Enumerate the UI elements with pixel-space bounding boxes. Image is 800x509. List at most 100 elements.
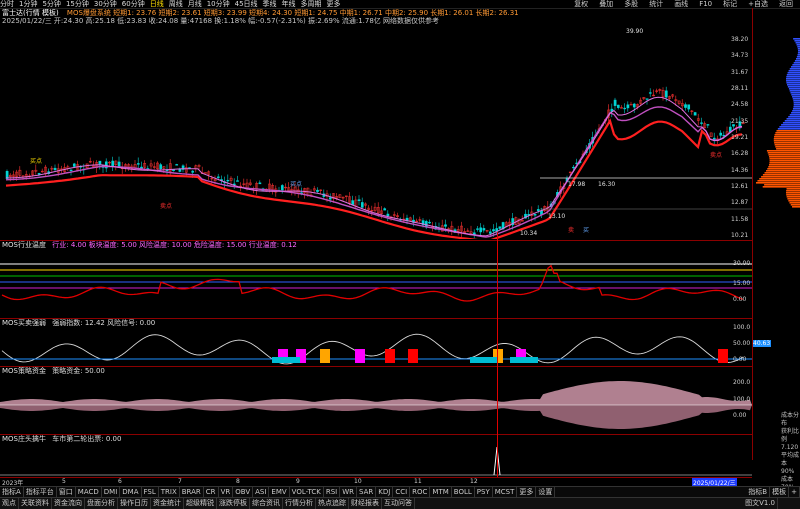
period-tab[interactable]: 周线 — [169, 0, 183, 8]
indicator-tab[interactable]: OBV — [233, 487, 254, 497]
period-tab[interactable]: 分时 — [0, 0, 14, 8]
toolbar-right-button[interactable]: F10 — [699, 0, 712, 8]
indicator-tab[interactable]: 窗口 — [57, 487, 76, 497]
sub4-title: MOS庄头擒牛 — [2, 435, 46, 443]
indicator-tab[interactable]: WR — [340, 487, 358, 497]
sub-panel-strength: MOS买卖强弱 强弱指数: 12.42 风险信号: 0.00 — [0, 318, 752, 367]
candle-body — [613, 99, 617, 106]
toolbar-right-button[interactable]: 复权 — [574, 0, 588, 8]
cost-bar — [792, 64, 800, 66]
indicator-tab[interactable]: FSL — [142, 487, 159, 497]
indicator-tab[interactable]: 指标A — [0, 487, 24, 497]
period-tab[interactable]: 日线 — [150, 0, 164, 8]
period-tab[interactable]: 10分钟 — [207, 0, 230, 8]
toolbar-right-button[interactable]: 返回 — [779, 0, 793, 8]
info-tab[interactable]: 观点 — [0, 498, 19, 509]
cost-bar — [774, 136, 800, 138]
info-tab[interactable]: 超级精锐 — [184, 498, 217, 509]
period-tab[interactable]: 30分钟 — [94, 0, 117, 8]
indicator-tab[interactable]: PSY — [475, 487, 493, 497]
cost-label: 成本分布 — [781, 412, 800, 427]
info-tab[interactable]: 资金流向 — [52, 498, 85, 509]
candle-body — [159, 164, 163, 170]
toolbar-right-button[interactable]: 画线 — [674, 0, 688, 8]
indicator-right-tab[interactable]: 指标B — [746, 487, 771, 497]
period-tab[interactable]: 5分钟 — [42, 0, 60, 8]
time-axis-label: 11 — [414, 478, 422, 485]
main-y-tick: 12.87 — [731, 199, 749, 207]
indicator-tab[interactable]: VR — [219, 487, 234, 497]
cost-bar — [787, 198, 800, 200]
cost-bar — [767, 168, 800, 170]
indicator-tab[interactable]: TRIX — [159, 487, 180, 497]
toolbar-right-button[interactable]: 多股 — [624, 0, 638, 8]
period-tab[interactable]: 月线 — [188, 0, 202, 8]
info-tab[interactable]: 盘面分析 — [85, 498, 118, 509]
info-tab[interactable]: 关联资料 — [19, 498, 52, 509]
sub4-chart[interactable] — [0, 443, 752, 477]
sub1-title: MOS行业温度 — [2, 241, 46, 249]
time-axis-label: 12 — [470, 478, 478, 485]
cost-bar — [787, 72, 800, 74]
info-tab[interactable]: 涨跌停板 — [217, 498, 250, 509]
info-tab[interactable]: 资金统计 — [151, 498, 184, 509]
candle-body — [719, 132, 723, 136]
indicator-tab[interactable]: 设置 — [536, 487, 556, 497]
period-tab[interactable]: 60分钟 — [122, 0, 145, 8]
candle-body — [482, 228, 486, 231]
indicator-tab[interactable]: MACD — [76, 487, 102, 497]
cost-bar — [764, 172, 800, 174]
sub3-chart[interactable] — [0, 375, 752, 435]
sub1-chart[interactable] — [0, 250, 752, 318]
period-tab[interactable]: 年线 — [282, 0, 296, 8]
indicator-tab[interactable]: KDJ — [376, 487, 394, 497]
info-tab[interactable]: 行情分析 — [283, 498, 316, 509]
version-label: 图文V1.0 — [743, 498, 778, 509]
main-kline-chart[interactable]: 39.9017.98 16.3013.1010.34买点卖点买点卖点卖买 — [0, 26, 752, 239]
signal-bar — [408, 349, 418, 363]
indicator-tab[interactable]: 更多 — [517, 487, 537, 497]
indicator-tab[interactable]: VOL-TCK — [290, 487, 324, 497]
period-tab[interactable]: 更多 — [327, 0, 341, 8]
indicator-tab[interactable]: EMV — [269, 487, 290, 497]
indicator-tab[interactable]: MCST — [493, 487, 518, 497]
indicator-right-tab[interactable]: + — [789, 487, 800, 497]
info-tab[interactable]: 互动问答 — [382, 498, 415, 509]
info-tab[interactable]: 综合资讯 — [250, 498, 283, 509]
signal-marker: 卖点 — [710, 151, 722, 159]
indicator-tab[interactable]: CR — [204, 487, 219, 497]
toolbar-right-button[interactable]: 标记 — [723, 0, 737, 8]
indicator-tab[interactable]: MTM — [430, 487, 452, 497]
period-tab[interactable]: 45日线 — [235, 0, 258, 8]
sub2-chart[interactable] — [0, 327, 752, 367]
candle-body — [687, 104, 691, 110]
period-tab[interactable]: 1分钟 — [19, 0, 37, 8]
indicator-tab[interactable]: DMA — [120, 487, 142, 497]
indicator-tab[interactable]: ASI — [253, 487, 270, 497]
info-tab[interactable]: 财经报表 — [349, 498, 382, 509]
cost-bar — [791, 112, 800, 114]
indicator-tab[interactable]: 指标平台 — [24, 487, 57, 497]
signal-marker: 卖点 — [160, 202, 172, 210]
indicator-tab[interactable]: BRAR — [180, 487, 204, 497]
toolbar-right-button[interactable]: 叠加 — [599, 0, 613, 8]
period-tab[interactable]: 季线 — [263, 0, 277, 8]
indicator-tab[interactable]: RSI — [324, 487, 341, 497]
period-tab[interactable]: 15分钟 — [66, 0, 89, 8]
toolbar-right-button[interactable]: +自选 — [748, 0, 768, 8]
cost-bar — [782, 122, 800, 124]
indicator-right-tab[interactable]: 模板 — [770, 487, 790, 497]
indicator-tab[interactable]: CCI — [393, 487, 411, 497]
toolbar-right-button[interactable]: 统计 — [649, 0, 663, 8]
indicator-tab[interactable]: BOLL — [452, 487, 475, 497]
cost-bar — [791, 66, 800, 68]
indicator-tab[interactable]: ROC — [410, 487, 431, 497]
indicator-tab[interactable]: DMI — [102, 487, 121, 497]
info-tab[interactable]: 操作日历 — [118, 498, 151, 509]
period-tab[interactable]: 多周期 — [301, 0, 322, 8]
info-tab[interactable]: 热点追踪 — [316, 498, 349, 509]
cost-bar — [792, 110, 800, 112]
indicator-tab[interactable]: SAR — [357, 487, 377, 497]
cost-bar — [796, 44, 800, 46]
candle-body — [117, 161, 121, 167]
